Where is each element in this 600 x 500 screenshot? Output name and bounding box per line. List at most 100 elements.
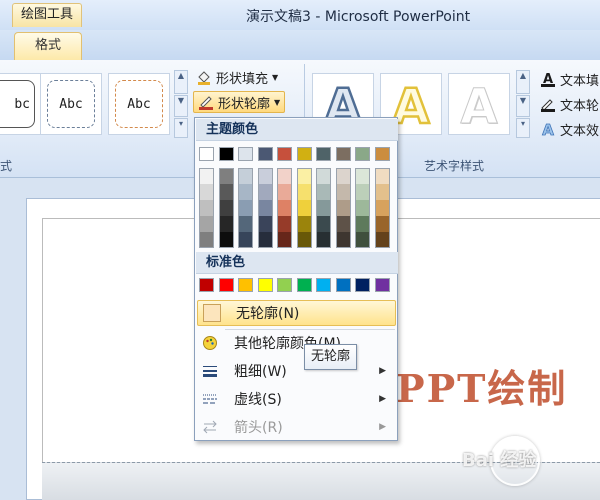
theme-color-shade-swatch[interactable] — [238, 168, 253, 184]
theme-color-shade-swatch[interactable] — [316, 232, 331, 248]
theme-color-swatch[interactable] — [316, 147, 331, 161]
shape-outline-label: 形状轮廓 — [218, 96, 271, 112]
theme-color-shade-swatch[interactable] — [277, 232, 292, 248]
wordart-expand[interactable]: ▾ — [516, 118, 530, 138]
theme-color-shade-swatch[interactable] — [277, 200, 292, 216]
window-title: 演示文稿3 - Microsoft PowerPoint — [246, 9, 471, 25]
theme-color-swatch[interactable] — [335, 147, 351, 161]
theme-color-shade-swatch[interactable] — [199, 168, 214, 184]
theme-color-shade-swatch[interactable] — [238, 232, 253, 248]
shape-style-tile-1[interactable]: bc — [0, 73, 42, 135]
theme-color-swatch[interactable] — [257, 147, 273, 161]
gallery-expand[interactable]: ▾ — [174, 118, 188, 138]
theme-color-shade-swatch[interactable] — [316, 168, 331, 184]
theme-color-swatch[interactable] — [277, 147, 292, 161]
shape-outline-button[interactable]: 形状轮廓 ▼ — [193, 91, 286, 113]
submenu-arrow-icon: ▶ — [379, 422, 386, 432]
theme-color-shade-swatch[interactable] — [199, 200, 214, 216]
theme-color-shade-swatch[interactable] — [374, 184, 390, 200]
theme-color-shade-swatch[interactable] — [316, 200, 331, 216]
theme-color-shade-swatch[interactable] — [335, 184, 351, 200]
standard-color-swatch[interactable] — [374, 278, 390, 292]
theme-color-swatch[interactable] — [296, 147, 312, 161]
theme-color-shade-swatch[interactable] — [355, 200, 370, 216]
slide-title-text[interactable]: PPT绘制 — [396, 358, 567, 413]
theme-color-shade-swatch[interactable] — [296, 216, 312, 232]
shape-fill-label: 形状填充 — [216, 71, 269, 87]
theme-color-shade-swatch[interactable] — [238, 184, 253, 200]
tab-format[interactable]: 格式 — [14, 32, 82, 60]
standard-color-swatch[interactable] — [238, 278, 253, 292]
shape-style-tile-3[interactable]: Abc — [108, 73, 170, 135]
theme-color-shade-swatch[interactable] — [335, 232, 351, 248]
theme-color-shade-swatch[interactable] — [355, 168, 370, 184]
text-effects-icon: A — [540, 121, 556, 140]
theme-color-shade-swatch[interactable] — [257, 216, 273, 232]
theme-color-shade-swatch[interactable] — [277, 184, 292, 200]
theme-color-shade-swatch[interactable] — [218, 184, 234, 200]
theme-color-shade-swatch[interactable] — [277, 168, 292, 184]
gallery-scroll-down[interactable]: ▼ — [174, 95, 188, 117]
wordart-style-tile-3[interactable]: A A — [448, 73, 510, 135]
theme-color-shade-swatch[interactable] — [218, 200, 234, 216]
theme-color-swatch[interactable] — [199, 147, 214, 161]
theme-color-shade-swatch[interactable] — [218, 168, 234, 184]
theme-color-shade-swatch[interactable] — [355, 232, 370, 248]
standard-color-swatch[interactable] — [296, 278, 312, 292]
arrows-menu-item[interactable]: 箭头(R) ▶ — [196, 414, 398, 440]
shape-fill-button[interactable]: 形状填充 ▼ — [196, 66, 278, 88]
text-effects-button[interactable]: A 文本效 — [540, 118, 599, 140]
theme-color-shade-swatch[interactable] — [238, 200, 253, 216]
theme-color-shade-swatch[interactable] — [199, 184, 214, 200]
theme-color-shade-swatch[interactable] — [374, 200, 390, 216]
more-outline-colors-menu-item[interactable]: 其他轮廓颜色(M)... — [196, 330, 398, 356]
text-fill-button[interactable]: A 文本填 — [540, 68, 599, 90]
theme-color-swatch[interactable] — [218, 147, 234, 161]
shape-style-tile-2[interactable]: Abc — [40, 73, 102, 135]
standard-color-swatch[interactable] — [316, 278, 331, 292]
theme-color-shade-swatch[interactable] — [316, 216, 331, 232]
theme-color-shade-swatch[interactable] — [374, 216, 390, 232]
theme-color-shade-swatch[interactable] — [355, 216, 370, 232]
theme-color-shade-swatch[interactable] — [238, 216, 253, 232]
standard-color-swatch[interactable] — [257, 278, 273, 292]
theme-color-shade-swatch[interactable] — [355, 184, 370, 200]
theme-color-shade-swatch[interactable] — [257, 168, 273, 184]
standard-color-swatch[interactable] — [199, 278, 214, 292]
theme-color-shade-swatch[interactable] — [257, 200, 273, 216]
theme-color-shade-swatch[interactable] — [218, 216, 234, 232]
theme-color-shade-swatch[interactable] — [335, 216, 351, 232]
theme-color-shade-swatch[interactable] — [296, 200, 312, 216]
theme-color-shade-swatch[interactable] — [296, 168, 312, 184]
theme-color-shade-swatch[interactable] — [335, 168, 351, 184]
theme-color-shade-swatch[interactable] — [296, 232, 312, 248]
theme-color-shade-swatch[interactable] — [374, 232, 390, 248]
no-outline-menu-item[interactable]: 无轮廓(N) — [197, 300, 396, 326]
standard-color-swatch[interactable] — [335, 278, 351, 292]
standard-color-swatch[interactable] — [277, 278, 292, 292]
svg-text:A: A — [460, 79, 497, 131]
theme-color-shade-swatch[interactable] — [257, 232, 273, 248]
theme-color-shade-swatch[interactable] — [335, 200, 351, 216]
theme-color-shade-swatch[interactable] — [257, 184, 273, 200]
wordart-scroll-up[interactable]: ▲ — [516, 70, 530, 94]
standard-color-swatch[interactable] — [355, 278, 370, 292]
text-outline-button[interactable]: 文本轮 — [540, 93, 599, 115]
submenu-arrow-icon: ▶ — [379, 394, 386, 404]
theme-color-shade-swatch[interactable] — [316, 184, 331, 200]
theme-color-swatch[interactable] — [238, 147, 253, 161]
theme-color-shade-swatch[interactable] — [296, 184, 312, 200]
gallery-scroll-up[interactable]: ▲ — [174, 70, 188, 94]
theme-color-shade-swatch[interactable] — [374, 168, 390, 184]
standard-color-swatch[interactable] — [218, 278, 234, 292]
dashes-menu-item[interactable]: 虚线(S) ▶ — [196, 386, 398, 412]
theme-color-swatch[interactable] — [355, 147, 370, 161]
wordart-scroll-down[interactable]: ▼ — [516, 95, 530, 117]
theme-color-shade-swatch[interactable] — [218, 232, 234, 248]
theme-color-shade-swatch[interactable] — [199, 232, 214, 248]
theme-color-shade-swatch[interactable] — [199, 216, 214, 232]
theme-color-swatch[interactable] — [374, 147, 390, 161]
text-outline-label: 文本轮 — [560, 98, 600, 114]
theme-color-shade-swatch[interactable] — [277, 216, 292, 232]
weight-menu-item[interactable]: 粗细(W) ▶ — [196, 358, 398, 384]
